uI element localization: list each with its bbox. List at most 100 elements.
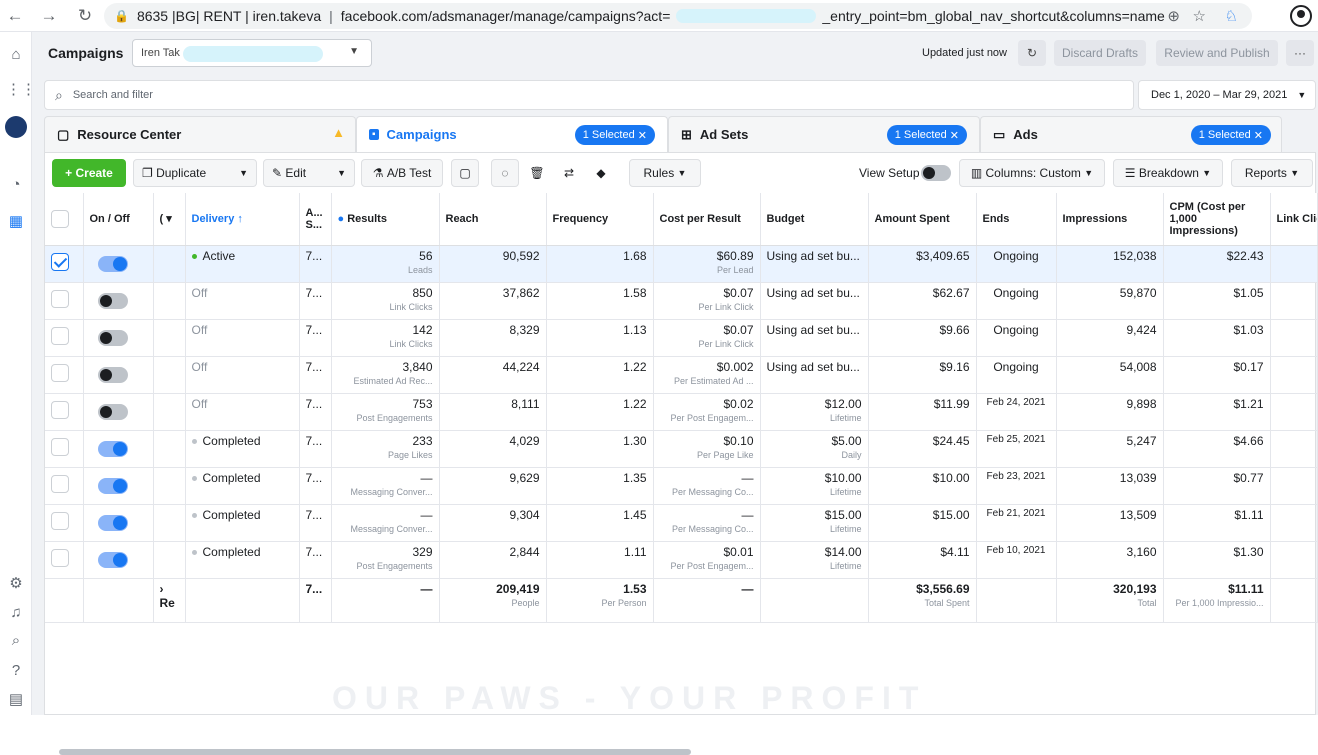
more-button[interactable]: ··· (1286, 40, 1314, 66)
row-checkbox-cell[interactable] (45, 282, 84, 320)
row-name-cell[interactable] (153, 393, 186, 431)
row-toggle-cell[interactable] (83, 393, 154, 431)
row-checkbox-cell[interactable] (45, 541, 84, 579)
columns-button[interactable]: ▥ Columns: Custom ▼ (959, 159, 1105, 187)
row-name-cell[interactable] (153, 504, 186, 542)
col-frequency[interactable]: Frequency (546, 193, 654, 246)
table-row[interactable]: Off 7... 850 Link Clicks 37,862 1.58 $0.07 Per … (45, 282, 1318, 320)
col-cost-per-result[interactable]: Cost per Result (653, 193, 761, 246)
row-toggle-cell[interactable] (83, 430, 154, 468)
star-icon[interactable]: ☆ (1193, 7, 1206, 25)
breakdown-button[interactable]: ☰ Breakdown ▼ (1113, 159, 1223, 187)
on-off-toggle[interactable] (97, 514, 128, 531)
row-name-cell[interactable] (153, 467, 186, 505)
row-checkbox-cell[interactable] (45, 356, 84, 394)
row-checkbox[interactable] (51, 548, 69, 567)
chevron-right-icon[interactable]: › (160, 582, 164, 596)
reports-button[interactable]: Reports ▼ (1231, 159, 1313, 187)
help-icon[interactable]: ? (6, 662, 26, 682)
row-checkbox-cell[interactable] (45, 504, 84, 542)
back-arrow-icon[interactable]: ← (4, 6, 26, 26)
row-name-cell[interactable] (153, 282, 186, 320)
col-amount-spent[interactable]: Amount Spent (868, 193, 977, 246)
on-off-toggle[interactable] (97, 366, 128, 383)
table-row[interactable]: Active 7... 56 Leads 90,592 1.68 $60.89 Per Lea… (45, 245, 1318, 283)
row-checkbox[interactable] (51, 511, 69, 530)
zoom-icon[interactable]: ⊕ (1167, 7, 1180, 25)
table-row[interactable]: Completed 7... 329 Post Engagements 2,844 1.1… (45, 541, 1318, 579)
col-budget[interactable]: Budget (760, 193, 869, 246)
profile-icon[interactable] (1290, 5, 1312, 27)
ab-test-button[interactable]: ⚗ A/B Test (361, 159, 443, 187)
col-name[interactable]: ( ▾ (153, 193, 186, 246)
col-link-clicks[interactable]: Link Clic (1270, 193, 1318, 246)
create-button[interactable]: + Create (52, 159, 126, 187)
row-name-cell[interactable] (153, 245, 186, 283)
home-icon[interactable]: ⌂ (6, 46, 26, 66)
row-name-cell[interactable] (153, 541, 186, 579)
table-row[interactable]: Completed 7... 233 Page Likes 4,029 1.30 $0.10… (45, 430, 1318, 468)
on-off-toggle[interactable] (97, 477, 128, 494)
on-off-toggle[interactable] (97, 440, 128, 457)
on-off-toggle[interactable] (97, 551, 128, 568)
row-checkbox[interactable] (51, 326, 69, 345)
rules-button[interactable]: Rules ▼ (629, 159, 701, 187)
row-checkbox[interactable] (51, 289, 69, 308)
col-ends[interactable]: Ends (976, 193, 1057, 246)
refresh-icon[interactable]: ↻ (1018, 40, 1046, 66)
table-row[interactable]: Off 7... 3,840 Estimated Ad Rec... 44,224 1.2… (45, 356, 1318, 394)
row-toggle-cell[interactable] (83, 541, 154, 579)
row-toggle-cell[interactable] (83, 467, 154, 505)
bell-icon[interactable]: ♫ (6, 604, 26, 624)
row-checkbox[interactable] (51, 363, 69, 382)
row-name-cell[interactable] (153, 356, 186, 394)
col-results[interactable]: ● Results (331, 193, 440, 246)
row-checkbox[interactable] (51, 400, 69, 419)
duplicate-button[interactable]: ❐ Duplicate ▼ (133, 159, 257, 187)
account-avatar[interactable] (5, 116, 27, 138)
on-off-toggle[interactable] (97, 403, 128, 420)
row-toggle-cell[interactable] (83, 282, 154, 320)
tag-icon[interactable]: ◆ (587, 159, 615, 187)
search-filter-bar[interactable]: ⌕ Search and filter (44, 80, 1134, 110)
review-publish-button[interactable]: Review and Publish (1156, 40, 1278, 66)
forward-arrow-icon[interactable]: → (38, 6, 60, 26)
row-checkbox[interactable] (51, 437, 69, 456)
account-selector[interactable]: Iren Tak ▼ (132, 39, 372, 67)
edit-button[interactable]: ✎ Edit ▼ (263, 159, 355, 187)
ads-manager-table-icon[interactable]: ▦ (6, 212, 26, 232)
table-row[interactable]: Completed 7... — Messaging Conver... 9,304 1.… (45, 504, 1318, 542)
report-icon[interactable]: ▤ (6, 690, 26, 710)
selected-pill[interactable]: 1 Selected ✕ (574, 125, 655, 145)
selected-pill[interactable]: 1 Selected ✕ (1190, 125, 1271, 145)
on-off-toggle[interactable] (97, 329, 128, 346)
search-icon[interactable]: ⌕ (6, 632, 26, 652)
view-setup-toggle[interactable] (921, 165, 951, 181)
select-all-cell[interactable] (45, 193, 84, 246)
clipboard-button[interactable]: ▢ (451, 159, 479, 187)
on-off-toggle[interactable] (97, 255, 128, 272)
col-impressions[interactable]: Impressions (1056, 193, 1164, 246)
tab-resource-center[interactable]: ▢ Resource Center ▲ (44, 116, 356, 152)
col-on-off[interactable]: On / Off (83, 193, 154, 246)
col-reach[interactable]: Reach (439, 193, 547, 246)
row-name-cell[interactable] (153, 430, 186, 468)
row-toggle-cell[interactable] (83, 319, 154, 357)
col-delivery[interactable]: Delivery ↑ (185, 193, 300, 246)
settings-icon[interactable]: ⚙ (6, 574, 26, 594)
discard-drafts-button[interactable]: Discard Drafts (1054, 40, 1146, 66)
row-checkbox[interactable] (51, 252, 69, 271)
trash-icon[interactable]: 🗑 (523, 159, 551, 187)
row-checkbox[interactable] (51, 474, 69, 493)
row-checkbox-cell[interactable] (45, 245, 84, 283)
date-range-picker[interactable]: Dec 1, 2020 – Mar 29, 2021 ▼ (1138, 80, 1316, 110)
row-toggle-cell[interactable] (83, 504, 154, 542)
tab-ad-sets[interactable]: ⊞ Ad Sets 1 Selected ✕ (668, 116, 980, 152)
select-all-checkbox[interactable] (51, 210, 69, 229)
tab-campaigns[interactable]: ▪ Campaigns 1 Selected ✕ (356, 116, 668, 152)
reload-icon[interactable]: ↻ (74, 6, 96, 26)
warning-icon[interactable]: ▲ (332, 125, 345, 140)
export-icon[interactable]: ⇄ (555, 159, 583, 187)
gauge-icon[interactable]: ◔ (6, 176, 26, 196)
tab-ads[interactable]: ▭ Ads 1 Selected ✕ (980, 116, 1282, 152)
